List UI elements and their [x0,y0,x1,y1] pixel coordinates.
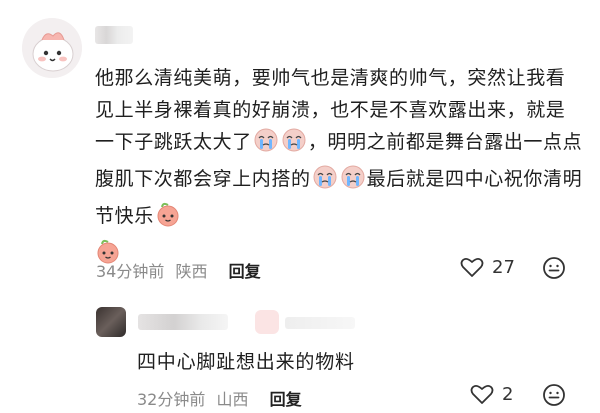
reply-username-extra-blurred [285,317,355,329]
reply-like-button[interactable]: 2 [470,383,513,405]
reply-like-count: 2 [502,383,514,405]
avatar-peach-icon [22,18,82,78]
crying-emoji-icon [253,127,279,163]
peach-emoji-icon [155,201,181,237]
reply-body: 四中心脚趾想出来的物料 [137,351,355,373]
reply-comment-bubble-button[interactable] [542,383,566,411]
comment-bubble-icon [543,257,565,279]
crying-emoji-icon [340,164,366,200]
reply-location: 山西 [216,390,249,409]
crying-emoji-icon [312,164,338,200]
like-count: 27 [492,256,515,278]
comment-bubble-icon [543,384,565,406]
reply-time: 32分钟前 [137,390,206,409]
reply-badge-blurred [255,310,279,334]
reply-reply-button[interactable]: 回复 [270,390,302,409]
comment-location: 陕西 [175,262,208,281]
reply-username-blurred[interactable] [138,314,228,330]
reply-meta: 32分钟前 山西 回复 [137,386,308,410]
crying-emoji-icon [281,127,307,163]
reply-avatar[interactable] [96,307,126,337]
username-blurred[interactable] [95,26,133,44]
comment-meta: 34分钟前 陕西 回复 [96,258,267,282]
comment-bubble-button[interactable] [542,256,566,284]
reply-button[interactable]: 回复 [229,262,261,281]
like-button[interactable]: 27 [460,256,515,278]
heart-outline-icon [460,257,484,277]
comment-body: 他那么清纯美萌，要帅气也是清爽的帅气，突然让我看见上半身裸着真的好崩溃，也不是不… [95,62,583,274]
comment-time: 34分钟前 [96,262,165,281]
avatar[interactable] [22,18,82,78]
heart-outline-icon [470,384,494,404]
